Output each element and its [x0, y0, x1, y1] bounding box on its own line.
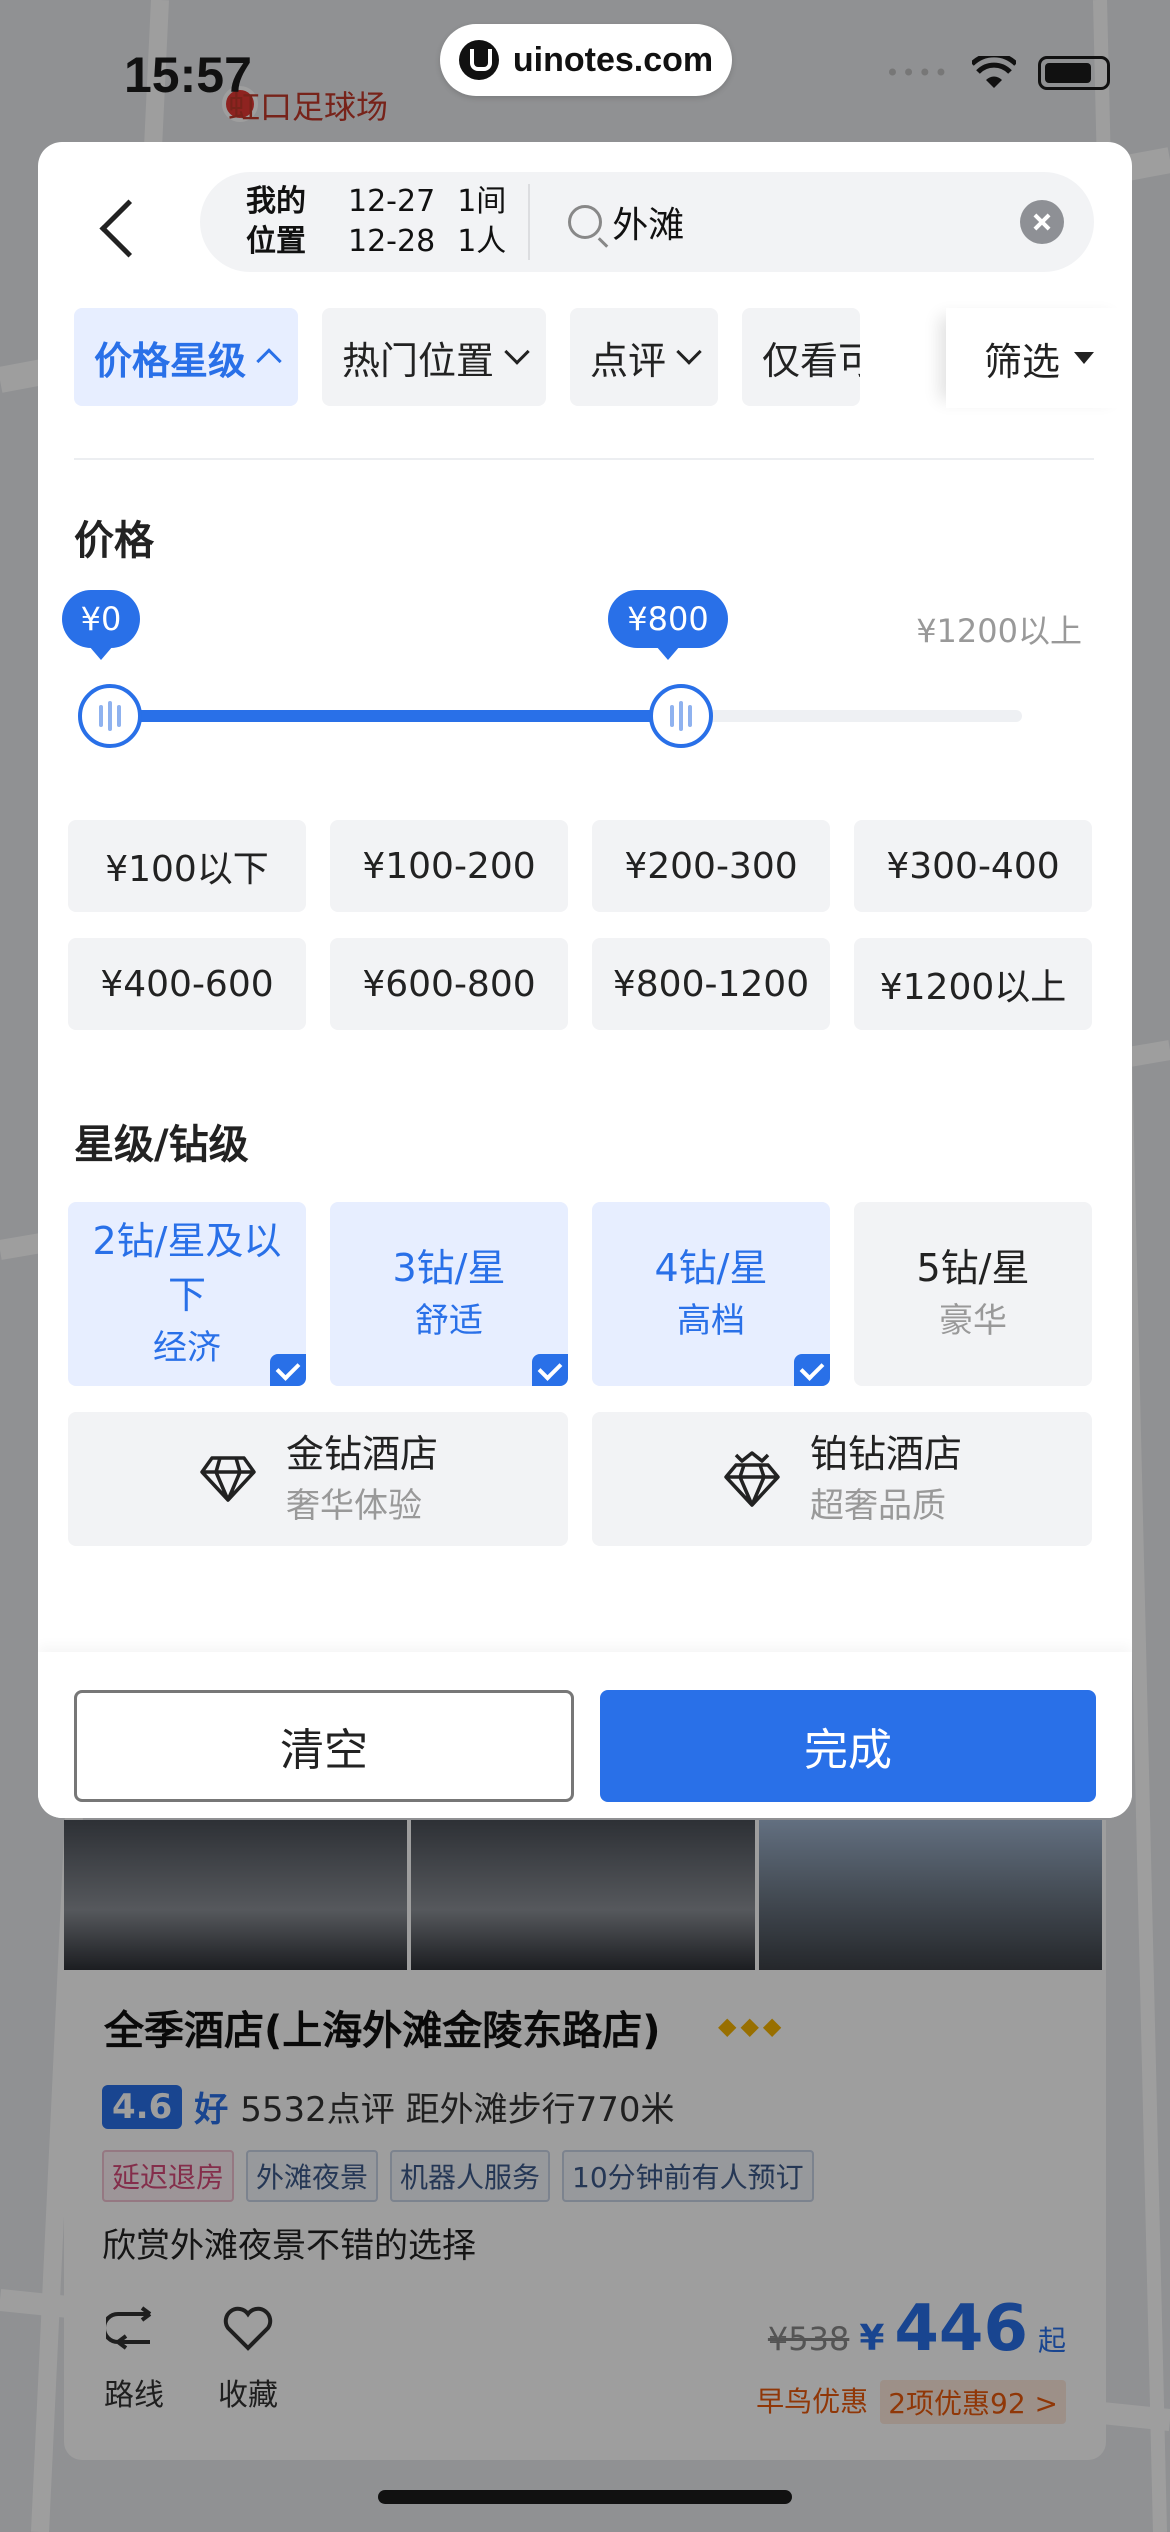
tab-popular-location[interactable]: 热门位置: [322, 308, 547, 406]
star-option-sub: 豪华: [939, 1301, 1007, 1341]
platinum-diamond-option[interactable]: 铂钻酒店 超奢品质: [592, 1412, 1092, 1546]
price-slider-track[interactable]: [100, 710, 1022, 722]
crown-diamond-icon: [724, 1451, 780, 1507]
filter-label: 筛选: [983, 339, 1060, 384]
star-option-label: 5钻/星: [916, 1246, 1030, 1290]
star-section-title: 星级/钻级: [74, 1122, 249, 1168]
check-icon: [532, 1354, 568, 1386]
battery-icon: [1038, 56, 1110, 90]
price-preset[interactable]: ¥400-600: [68, 938, 306, 1030]
wifi-icon: [972, 56, 1016, 88]
price-cap-label: ¥1200以上: [916, 612, 1082, 650]
diamond-icon: [200, 1456, 256, 1502]
star-option-sub: 高档: [677, 1301, 745, 1341]
location-line: 我的: [246, 184, 306, 219]
check-icon: [270, 1354, 306, 1386]
filter-button[interactable]: 筛选: [946, 308, 1132, 408]
checkout-date: 12-28: [348, 224, 436, 259]
price-preset[interactable]: ¥600-800: [330, 938, 568, 1030]
price-slider-range: [100, 710, 681, 722]
checkin-date: 12-27: [348, 184, 436, 219]
diamond-option-sub: 奢华体验: [285, 1486, 422, 1526]
price-preset[interactable]: ¥1200以上: [854, 938, 1092, 1030]
star-option-label: 4钻/星: [654, 1246, 768, 1290]
location-line: 位置: [246, 224, 306, 259]
price-preset[interactable]: ¥200-300: [592, 820, 830, 912]
star-option-5[interactable]: 5钻/星 豪华: [854, 1202, 1092, 1386]
tab-label: 价格星级: [94, 338, 247, 383]
chevron-up-icon: [256, 348, 282, 374]
search-icon: [568, 205, 603, 239]
search-divider: [528, 184, 531, 260]
tab-label: 点评: [590, 338, 667, 383]
price-preset[interactable]: ¥800-1200: [592, 938, 830, 1030]
star-option-label: 2钻/星及以下: [92, 1219, 282, 1317]
tab-price-star[interactable]: 价格星级: [74, 308, 299, 406]
watermark-badge: uinotes.com: [440, 24, 732, 96]
clear-button[interactable]: 清空: [74, 1690, 574, 1802]
status-time: 15:57: [124, 47, 252, 103]
date-selector[interactable]: 12-27 12-28: [348, 182, 435, 262]
watermark-text: uinotes.com: [512, 40, 714, 79]
status-icons: ••••: [885, 56, 1110, 90]
room-guest-selector[interactable]: 1间 1人: [457, 182, 506, 262]
diamond-option-sub: 超奢品质: [809, 1486, 946, 1526]
clear-search-icon[interactable]: [1020, 200, 1064, 244]
check-icon: [794, 1354, 830, 1386]
price-slider-min-handle[interactable]: [78, 684, 142, 748]
chevron-down-icon: [504, 339, 530, 365]
star-options: 2钻/星及以下 经济 3钻/星 舒适 4钻/星 高档 5钻/星 豪华: [68, 1202, 1094, 1386]
star-option-sub: 经济: [153, 1328, 221, 1368]
filter-modal: 我的 位置 12-27 12-28 1间 1人 外滩 价格星级 热门位置 点评: [38, 142, 1132, 1818]
tab-reviews[interactable]: 点评: [570, 308, 719, 406]
diamond-options: 金钻酒店 奢华体验 铂钻酒店 超奢品质: [68, 1412, 1094, 1546]
star-option-sub: 舒适: [415, 1301, 483, 1341]
price-min-bubble: ¥0: [62, 590, 140, 660]
price-slider-max-handle[interactable]: [648, 684, 713, 748]
search-input[interactable]: 外滩: [612, 196, 1020, 248]
signal-icon: ••••: [885, 59, 950, 87]
star-option-3[interactable]: 3钻/星 舒适: [330, 1202, 568, 1386]
search-bar[interactable]: 我的 位置 12-27 12-28 1间 1人 外滩: [200, 172, 1094, 272]
location-selector[interactable]: 我的 位置: [246, 182, 346, 262]
room-count: 1间: [457, 184, 507, 219]
tab-only-view[interactable]: 仅看可: [742, 308, 861, 406]
back-button[interactable]: [78, 188, 158, 268]
price-max-bubble: ¥800: [608, 590, 728, 660]
diamond-option-label: 金钻酒店: [285, 1432, 438, 1476]
divider: [74, 458, 1094, 460]
caret-down-icon: [1074, 352, 1094, 364]
modal-footer: 清空 完成: [38, 1652, 1132, 1818]
star-option-2[interactable]: 2钻/星及以下 经济: [68, 1202, 306, 1386]
price-preset[interactable]: ¥100-200: [330, 820, 568, 912]
tab-label: 仅看可: [762, 338, 861, 383]
guest-count: 1人: [457, 224, 507, 259]
price-section-title: 价格: [74, 518, 154, 564]
diamond-option-label: 铂钻酒店: [809, 1432, 962, 1476]
home-indicator[interactable]: [378, 2490, 792, 2504]
star-option-4[interactable]: 4钻/星 高档: [592, 1202, 830, 1386]
watermark-logo-icon: [458, 40, 499, 80]
price-presets: ¥100以下 ¥100-200 ¥200-300 ¥300-400 ¥400-6…: [68, 820, 1094, 1030]
star-option-label: 3钻/星: [392, 1246, 506, 1290]
gold-diamond-option[interactable]: 金钻酒店 奢华体验: [68, 1412, 568, 1546]
price-preset[interactable]: ¥300-400: [854, 820, 1092, 912]
price-preset[interactable]: ¥100以下: [68, 820, 306, 912]
chevron-down-icon: [676, 339, 702, 365]
done-button[interactable]: 完成: [600, 1690, 1096, 1802]
tab-label: 热门位置: [342, 338, 495, 383]
